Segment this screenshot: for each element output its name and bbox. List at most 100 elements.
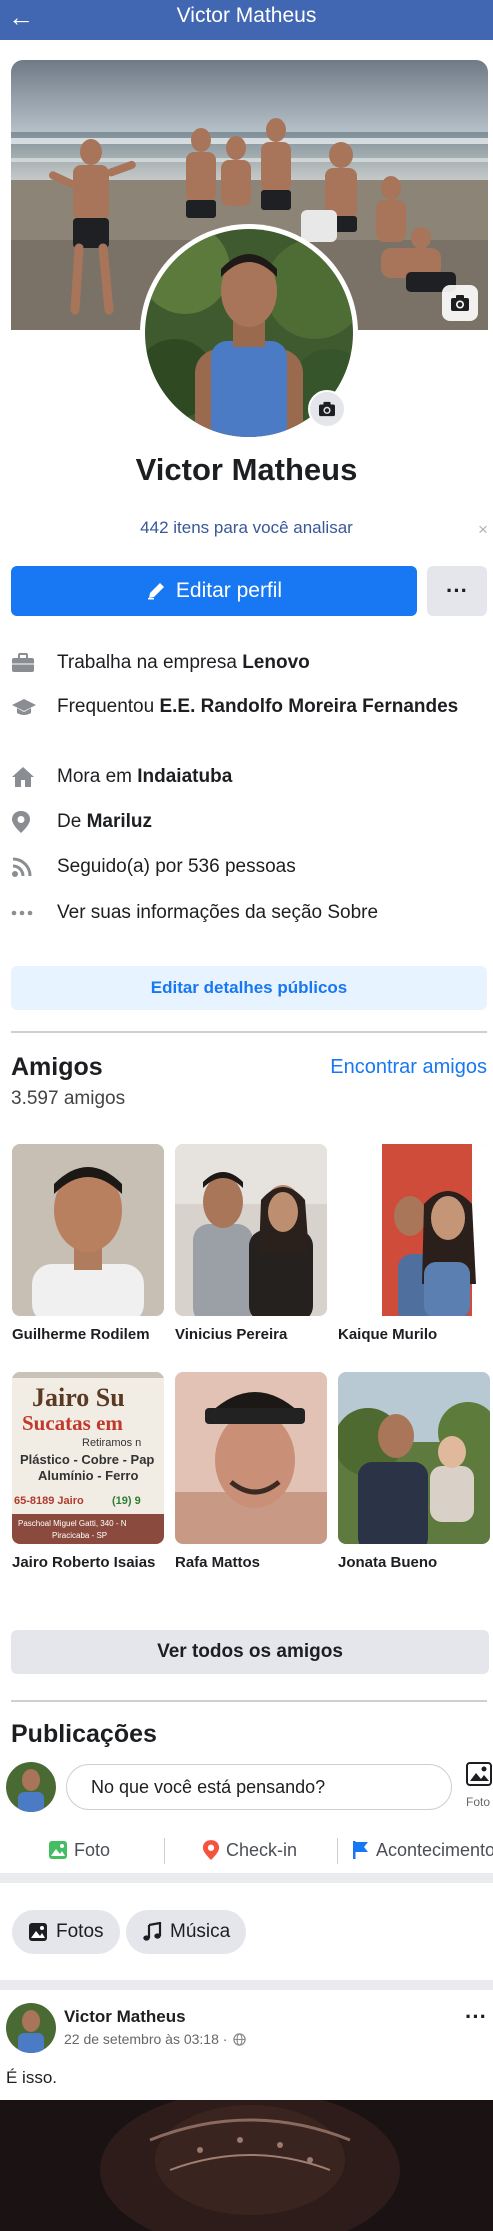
find-friends-link[interactable]: Encontrar amigos <box>330 1056 487 1079</box>
sign-text-7: (19) 9 <box>112 1495 141 1507</box>
avatar[interactable] <box>6 2003 56 2053</box>
friend-name[interactable]: Rafa Mattos <box>175 1552 327 1574</box>
separator <box>337 1838 338 1864</box>
sign-text-8: Paschoal Miguel Gatti, 340 - N <box>18 1519 127 1528</box>
info-from-value[interactable]: Mariluz <box>87 811 152 832</box>
friends-count: 3.597 amigos <box>11 1088 126 1109</box>
posts-title: Publicações <box>11 1720 157 1748</box>
post-text: É isso. <box>6 2068 58 2087</box>
info-school: Frequentou E.E. Randolfo Moreira Fernand… <box>11 694 481 719</box>
camera-icon <box>319 401 335 417</box>
info-followers[interactable]: Seguido(a) por 536 pessoas <box>11 854 481 879</box>
status-composer-input[interactable]: No que você está pensando? <box>66 1764 452 1810</box>
sign-text-4: Plástico - Cobre - Pap <box>20 1452 154 1467</box>
sign-text-2: Sucatas em <box>22 1411 123 1435</box>
edit-profile-button[interactable]: Editar perfil <box>11 566 417 616</box>
checkin-action-button[interactable]: Check-in <box>202 1830 297 1870</box>
photo-action-label: Foto <box>74 1839 111 1860</box>
briefcase-icon <box>11 650 45 675</box>
photo-shortcut[interactable]: Foto <box>466 1762 493 1809</box>
flag-icon <box>353 1841 368 1859</box>
friend-name[interactable]: Jairo Roberto Isaias <box>12 1552 164 1574</box>
friend-name[interactable]: Jonata Bueno <box>338 1552 490 1574</box>
info-about-text: Ver suas informações da seção Sobre <box>57 902 379 923</box>
photos-chip[interactable]: Fotos <box>12 1910 120 1954</box>
friend-card[interactable]: Jonata Bueno <box>338 1372 490 1574</box>
info-lives-value[interactable]: Indaiatuba <box>137 766 232 787</box>
friend-photo[interactable] <box>338 1372 490 1544</box>
rss-icon <box>11 854 45 879</box>
info-school-value[interactable]: E.E. Randolfo Moreira Fernandes <box>159 696 458 717</box>
info-work-prefix: Trabalha na empresa <box>57 652 243 673</box>
close-icon[interactable]: × <box>478 520 488 540</box>
avatar-camera-button[interactable] <box>308 390 346 428</box>
photo-action-button[interactable]: Foto <box>48 1830 110 1870</box>
music-note-icon <box>143 1922 162 1941</box>
friend-name[interactable]: Vinicius Pereira <box>175 1324 327 1346</box>
separator <box>164 1838 165 1864</box>
friend-card[interactable]: Guilherme Rodilem <box>12 1144 164 1346</box>
home-icon <box>11 764 45 789</box>
section-separator <box>0 1873 493 1883</box>
info-followers-text: Seguido(a) por 536 pessoas <box>57 856 296 877</box>
divider <box>11 1700 487 1702</box>
camera-icon <box>451 295 469 311</box>
post-timestamp[interactable]: 22 de setembro às 03:18 · <box>64 2031 247 2047</box>
info-work: Trabalha na empresa Lenovo <box>11 650 481 675</box>
section-separator <box>0 1980 493 1990</box>
friend-card[interactable]: Rafa Mattos <box>175 1372 327 1574</box>
photo-icon <box>49 1841 67 1859</box>
info-work-value[interactable]: Lenovo <box>242 652 310 673</box>
top-bar: ← Victor Matheus <box>0 0 493 40</box>
profile-name: Victor Matheus <box>135 452 358 487</box>
graduation-cap-icon <box>11 694 45 719</box>
more-dots-icon <box>11 900 45 925</box>
photo-shortcut-label: Foto <box>466 1795 491 1809</box>
life-event-action-button[interactable]: Acontecimento <box>352 1830 493 1870</box>
friend-photo[interactable] <box>175 1144 327 1316</box>
review-items-link[interactable]: 442 itens para você analisar <box>0 518 493 538</box>
friend-card[interactable]: Kaique Murilo <box>338 1144 490 1346</box>
divider <box>11 1031 487 1033</box>
sign-text-5: Alumínio - Ferro <box>38 1468 138 1483</box>
friend-photo[interactable] <box>338 1144 490 1316</box>
life-event-action-label: Acontecimento <box>376 1839 493 1860</box>
friend-name[interactable]: Guilherme Rodilem <box>12 1324 164 1346</box>
sign-text-9: Piracicaba - SP <box>52 1531 107 1540</box>
friend-photo[interactable] <box>12 1144 164 1316</box>
post-media[interactable] <box>0 2100 493 2231</box>
music-chip-label: Música <box>170 1921 231 1942</box>
friend-name[interactable]: Kaique Murilo <box>338 1324 490 1346</box>
sign-text-6: 65-8189 Jairo <box>14 1495 84 1507</box>
edit-profile-label: Editar perfil <box>175 579 283 602</box>
info-about[interactable]: Ver suas informações da seção Sobre <box>11 900 481 925</box>
friends-title: Amigos <box>11 1053 103 1081</box>
info-from: De Mariluz <box>11 809 481 834</box>
info-lives: Mora em Indaiatuba <box>11 764 481 789</box>
page-title: Victor Matheus <box>176 4 317 27</box>
post-options-button[interactable]: ··· <box>465 2004 487 2030</box>
checkin-action-label: Check-in <box>226 1839 298 1860</box>
info-school-prefix: Frequentou <box>57 696 160 717</box>
composer-actions: Foto Check-in Acontecimento <box>0 1830 493 1870</box>
friend-card[interactable]: Vinicius Pereira <box>175 1144 327 1346</box>
photo-icon <box>29 1923 47 1941</box>
cover-camera-button[interactable] <box>442 285 478 321</box>
avatar[interactable] <box>6 1762 56 1812</box>
friend-card[interactable]: Jairo Su Sucatas em Retiramos n Plástico… <box>12 1372 164 1574</box>
edit-public-details-button[interactable]: Editar detalhes públicos <box>11 966 487 1010</box>
info-from-prefix: De <box>57 811 87 832</box>
post-date-text: 22 de setembro às 03:18 · <box>64 2031 228 2047</box>
photo-icon <box>466 1762 492 1786</box>
friend-photo[interactable] <box>175 1372 327 1544</box>
friend-photo[interactable]: Jairo Su Sucatas em Retiramos n Plástico… <box>12 1372 164 1544</box>
music-chip[interactable]: Música <box>126 1910 247 1954</box>
see-all-friends-button[interactable]: Ver todos os amigos <box>11 1630 489 1674</box>
globe-icon <box>233 2032 247 2046</box>
sign-text-3: Retiramos n <box>82 1437 141 1449</box>
location-pin-icon <box>11 809 45 834</box>
info-lives-prefix: Mora em <box>57 766 138 787</box>
pencil-icon <box>147 583 164 600</box>
more-options-button[interactable]: ··· <box>427 566 487 616</box>
post-author[interactable]: Victor Matheus <box>64 2007 186 2027</box>
